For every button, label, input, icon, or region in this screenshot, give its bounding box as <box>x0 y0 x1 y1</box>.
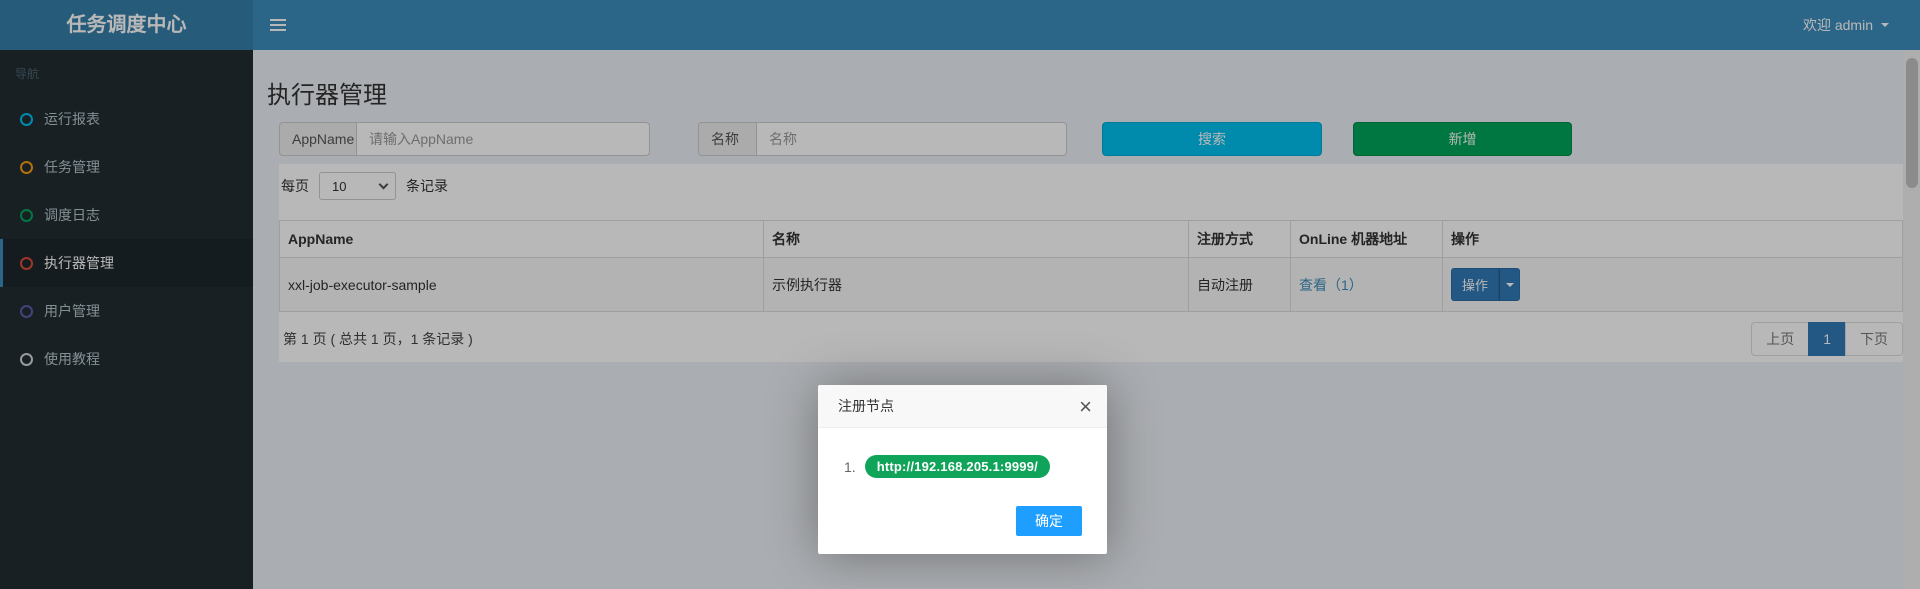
confirm-button[interactable]: 确定 <box>1016 506 1082 536</box>
modal-title: 注册节点 <box>838 398 894 414</box>
modal-footer: 确定 <box>818 478 1107 554</box>
node-url-badge: http://192.168.205.1:9999/ <box>865 455 1050 478</box>
close-icon[interactable]: × <box>1064 385 1107 428</box>
registry-node-modal: 注册节点 × 1. http://192.168.205.1:9999/ 确定 <box>818 385 1107 554</box>
registry-node-item: 1. http://192.168.205.1:9999/ <box>844 455 1087 478</box>
modal-header: 注册节点 × <box>818 385 1107 428</box>
modal-body: 1. http://192.168.205.1:9999/ <box>818 428 1107 478</box>
node-index: 1. <box>844 459 856 475</box>
